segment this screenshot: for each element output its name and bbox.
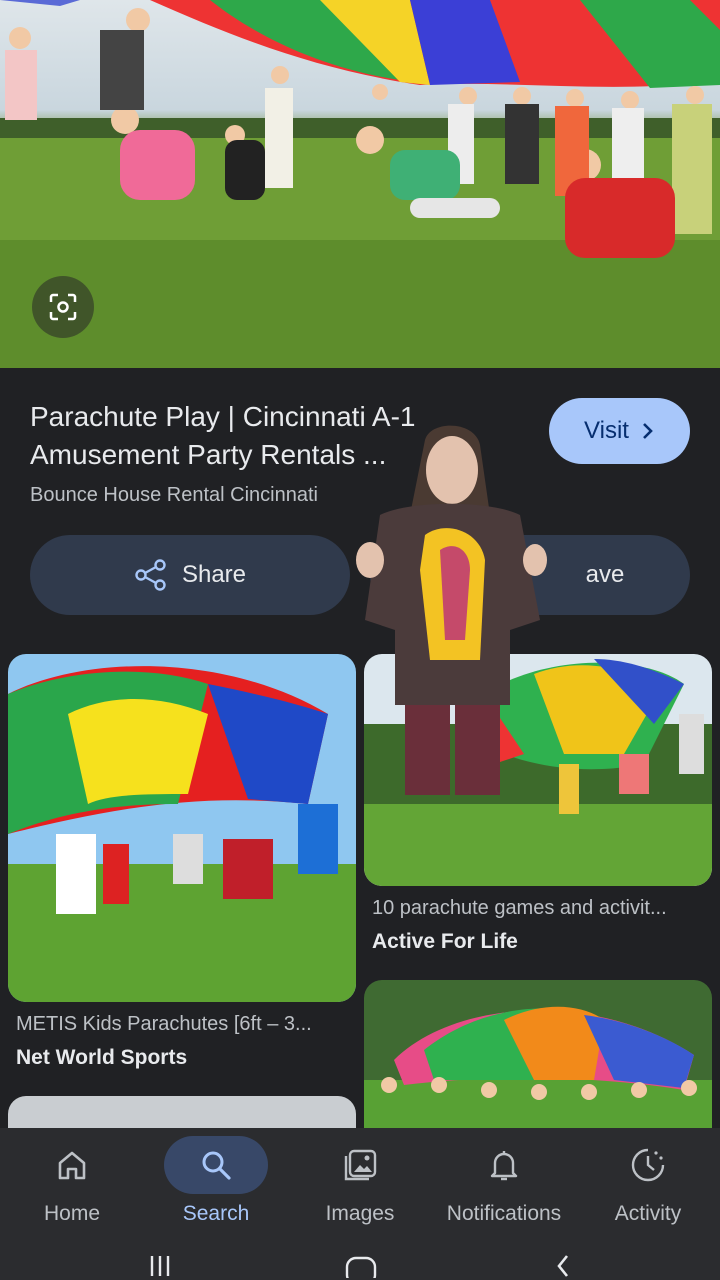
result-site-1[interactable]: Net World Sports (16, 1046, 187, 1070)
result-image-1[interactable] (8, 654, 356, 1002)
visit-label: Visit (584, 417, 629, 444)
images-icon (344, 1149, 377, 1181)
result-image-3[interactable] (8, 1096, 356, 1128)
chevron-right-icon (643, 423, 653, 439)
nav-home-icon-wrap (20, 1136, 124, 1194)
system-back-button[interactable] (543, 1248, 583, 1280)
partial-photo (8, 1096, 356, 1128)
hero-image[interactable] (0, 0, 720, 368)
system-recents-button[interactable] (140, 1248, 180, 1280)
search-icon (202, 1151, 231, 1180)
nav-activity-label: Activity (614, 1202, 682, 1225)
nav-images[interactable]: Images (288, 1130, 432, 1230)
result-site-2[interactable]: Active For Life (372, 930, 518, 954)
result-caption-1[interactable]: METIS Kids Parachutes [6ft – 3... (16, 1013, 356, 1036)
recents-icon (150, 1256, 170, 1276)
nav-search[interactable]: Search (144, 1130, 288, 1230)
nav-images-label: Images (325, 1202, 395, 1225)
parachute-kids-photo (8, 654, 356, 1002)
parachute-play-photo (0, 0, 720, 368)
share-icon (135, 559, 166, 591)
nav-images-icon-wrap (308, 1136, 412, 1194)
nav-notifications[interactable]: Notifications (432, 1130, 576, 1230)
parachute-group-photo (364, 980, 712, 1128)
nav-search-icon-wrap (164, 1136, 268, 1194)
nav-home[interactable]: Home (0, 1130, 144, 1230)
nav-search-label: Search (182, 1202, 250, 1225)
lens-icon (49, 293, 77, 321)
result-image-4[interactable] (364, 980, 712, 1128)
visit-button[interactable]: Visit (549, 398, 690, 464)
share-label: Share (181, 561, 247, 588)
share-button[interactable]: Share (30, 535, 350, 615)
result-source[interactable]: Bounce House Rental Cincinnati (30, 484, 318, 507)
activity-icon (631, 1148, 665, 1182)
system-home-button[interactable] (341, 1248, 381, 1280)
nav-home-label: Home (43, 1202, 101, 1225)
nav-notifications-label: Notifications (446, 1202, 562, 1225)
person-image (356, 425, 547, 795)
home-icon (58, 1151, 86, 1180)
nav-notifications-icon-wrap (452, 1136, 556, 1194)
save-label: ave (585, 561, 625, 588)
result-caption-2[interactable]: 10 parachute games and activit... (372, 897, 712, 920)
video-overlay-person (350, 420, 550, 800)
back-icon (557, 1255, 569, 1277)
nav-activity-icon-wrap (596, 1136, 700, 1194)
bell-icon (490, 1151, 518, 1181)
lens-button[interactable] (32, 276, 94, 338)
nav-activity[interactable]: Activity (576, 1130, 720, 1230)
system-home-icon (345, 1256, 377, 1278)
